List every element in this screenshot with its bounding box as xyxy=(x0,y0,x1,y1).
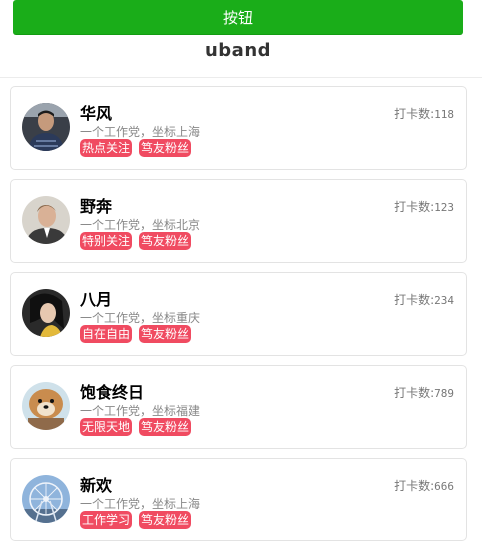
tag-list: 特别关注 笃友粉丝 xyxy=(80,232,198,250)
avatar[interactable] xyxy=(22,289,70,337)
checkin-count-value: 118 xyxy=(434,108,454,121)
user-card[interactable]: 饱食终日 一个工作党，坐标福建 无限天地 笃友粉丝 打卡数:789 xyxy=(10,365,467,449)
avatar[interactable] xyxy=(22,103,70,151)
page: 按钮 uband 华风 一个工作党，坐标上海 热点关注 笃友粉丝 打卡数:118… xyxy=(0,0,482,549)
header-divider xyxy=(0,77,482,78)
tag[interactable]: 热点关注 xyxy=(80,139,133,157)
user-name: 华风 xyxy=(80,104,113,123)
user-card[interactable]: 华风 一个工作党，坐标上海 热点关注 笃友粉丝 打卡数:118 xyxy=(10,86,467,170)
user-description: 一个工作党，坐标上海 xyxy=(80,497,201,511)
tag-list: 热点关注 笃友粉丝 xyxy=(80,139,198,157)
checkin-count-value: 234 xyxy=(434,294,454,307)
user-list: 华风 一个工作党，坐标上海 热点关注 笃友粉丝 打卡数:118 野奔 一个工作党… xyxy=(10,86,467,549)
user-name: 野奔 xyxy=(80,197,113,216)
tag[interactable]: 笃友粉丝 xyxy=(139,511,192,529)
user-name: 新欢 xyxy=(80,476,113,495)
tag-list: 工作学习 笃友粉丝 xyxy=(80,511,198,529)
user-description: 一个工作党，坐标上海 xyxy=(80,125,201,139)
tag[interactable]: 自在自由 xyxy=(80,325,133,343)
checkin-count: 打卡数:118 xyxy=(394,105,454,122)
user-description: 一个工作党，坐标北京 xyxy=(80,218,201,232)
avatar[interactable] xyxy=(22,196,70,244)
tag[interactable]: 笃友粉丝 xyxy=(139,418,192,436)
primary-button[interactable]: 按钮 xyxy=(13,0,463,35)
user-description: 一个工作党，坐标重庆 xyxy=(80,311,201,325)
tag[interactable]: 工作学习 xyxy=(80,511,133,529)
checkin-count: 打卡数:123 xyxy=(394,198,454,215)
user-card[interactable]: 野奔 一个工作党，坐标北京 特别关注 笃友粉丝 打卡数:123 xyxy=(10,179,467,263)
checkin-count: 打卡数:789 xyxy=(394,384,454,401)
tag[interactable]: 特别关注 xyxy=(80,232,133,250)
avatar[interactable] xyxy=(22,475,70,523)
checkin-count: 打卡数:234 xyxy=(394,291,454,308)
user-name: 八月 xyxy=(80,290,113,309)
user-card[interactable]: 新欢 一个工作党，坐标上海 工作学习 笃友粉丝 打卡数:666 xyxy=(10,458,467,541)
user-description: 一个工作党，坐标福建 xyxy=(80,404,201,418)
checkin-count-value: 666 xyxy=(434,480,454,493)
tag[interactable]: 笃友粉丝 xyxy=(139,232,192,250)
checkin-count-value: 123 xyxy=(434,201,454,214)
tag-list: 无限天地 笃友粉丝 xyxy=(80,418,198,436)
tag[interactable]: 笃友粉丝 xyxy=(139,139,192,157)
checkin-count-label: 打卡数: xyxy=(394,386,435,400)
avatar[interactable] xyxy=(22,382,70,430)
checkin-count-label: 打卡数: xyxy=(394,293,435,307)
checkin-count-label: 打卡数: xyxy=(394,107,435,121)
tag-list: 自在自由 笃友粉丝 xyxy=(80,325,198,343)
uband-logo: uband xyxy=(204,40,272,61)
checkin-count-label: 打卡数: xyxy=(394,200,435,214)
user-name: 饱食终日 xyxy=(80,383,145,402)
user-card[interactable]: 八月 一个工作党，坐标重庆 自在自由 笃友粉丝 打卡数:234 xyxy=(10,272,467,356)
checkin-count: 打卡数:666 xyxy=(394,477,454,494)
tag[interactable]: 无限天地 xyxy=(80,418,133,436)
checkin-count-value: 789 xyxy=(434,387,454,400)
checkin-count-label: 打卡数: xyxy=(394,479,435,493)
primary-button-label: 按钮 xyxy=(222,8,253,27)
tag[interactable]: 笃友粉丝 xyxy=(139,325,192,343)
